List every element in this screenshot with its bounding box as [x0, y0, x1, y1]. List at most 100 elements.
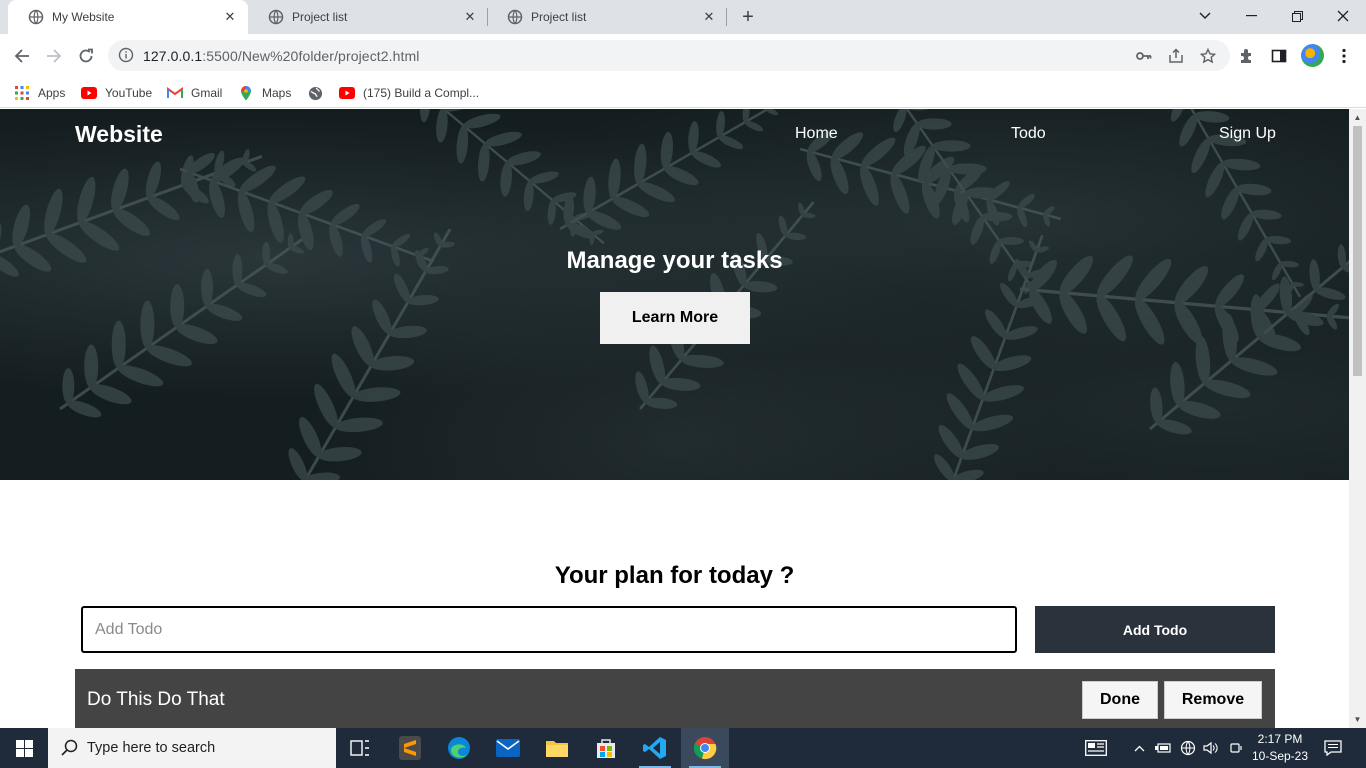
plan-title: Your plan for today ?: [554, 562, 795, 589]
add-todo-button[interactable]: Add Todo: [1035, 606, 1275, 653]
back-arrow-icon: [14, 49, 29, 63]
edge-app[interactable]: [435, 728, 483, 768]
extensions-icon[interactable]: [1237, 46, 1257, 66]
windows-logo-icon: [15, 739, 33, 757]
reload-icon: [79, 48, 93, 63]
bookmark-globe[interactable]: [307, 83, 331, 103]
todo-item: Do This Do That Done Remove: [75, 669, 1275, 728]
youtube-icon: [339, 85, 355, 101]
add-todo-input[interactable]: [81, 606, 1017, 653]
nav-sign-up-link[interactable]: Sign Up: [1219, 125, 1276, 143]
bookmark-maps[interactable]: Maps: [238, 83, 291, 103]
globe-icon: [307, 85, 323, 101]
vscode-icon: [643, 737, 666, 759]
chrome-icon: [693, 737, 717, 760]
bookmark-label: Apps: [38, 86, 66, 100]
tab-label: Project list: [531, 10, 587, 24]
mail-app[interactable]: [484, 728, 532, 768]
close-window-button[interactable]: [1320, 0, 1366, 32]
bookmark-label: Gmail: [191, 86, 223, 100]
site-logo[interactable]: Website: [75, 121, 163, 148]
clock-date: 10-Sep-23: [1251, 749, 1309, 763]
maps-icon: [238, 85, 254, 101]
tab-separator: [726, 8, 727, 26]
site-info-icon[interactable]: [118, 47, 134, 63]
minimize-button[interactable]: [1228, 0, 1274, 32]
restore-button[interactable]: [1274, 0, 1320, 32]
task-view-icon: [350, 740, 369, 756]
url-host: 127.0.0.1: [143, 48, 203, 64]
microsoft-store-app[interactable]: [582, 728, 630, 768]
browser-toolbar: 127.0.0.1:5500/New%20folder/project2.htm…: [0, 34, 1366, 78]
globe-icon: [28, 9, 44, 25]
tab-search-chevron-icon[interactable]: [1182, 0, 1228, 32]
battery-icon[interactable]: [1154, 728, 1172, 768]
bookmark-label: YouTube: [105, 86, 153, 100]
sublime-text-app[interactable]: [386, 728, 434, 768]
bookmarks-bar: Apps YouTube Gmail Maps (175) Build a Co…: [0, 78, 1366, 108]
globe-icon: [268, 9, 284, 25]
reload-button[interactable]: [72, 42, 100, 70]
profile-avatar[interactable]: [1301, 44, 1324, 67]
network-globe-icon[interactable]: [1179, 728, 1197, 768]
page-scrollbar[interactable]: ▲ ▼: [1349, 109, 1366, 728]
news-widget-icon[interactable]: [1083, 728, 1109, 768]
folder-icon: [546, 741, 568, 757]
scrollbar-thumb[interactable]: [1353, 126, 1362, 376]
bookmark-youtube-video[interactable]: (175) Build a Compl...: [339, 83, 479, 103]
vscode-app[interactable]: [631, 728, 679, 768]
apps-grid-icon: [14, 85, 30, 101]
taskbar-search-box[interactable]: Type here to search: [48, 728, 336, 768]
close-tab-icon[interactable]: ✕: [222, 9, 238, 25]
todo-text: Do This Do That: [87, 689, 225, 710]
youtube-icon: [81, 85, 97, 101]
bookmark-apps[interactable]: Apps: [14, 83, 65, 103]
done-button[interactable]: Done: [1082, 681, 1158, 719]
notifications-icon[interactable]: [1322, 728, 1344, 768]
nav-home-link[interactable]: Home: [795, 125, 838, 143]
forward-arrow-icon: [47, 49, 62, 63]
clock-time: 2:17 PM: [1257, 732, 1303, 746]
tab-label: Project list: [292, 10, 348, 24]
file-explorer-app[interactable]: [533, 728, 581, 768]
device-icon[interactable]: [1227, 728, 1245, 768]
new-tab-button[interactable]: +: [736, 5, 760, 29]
forward-button[interactable]: [40, 42, 68, 70]
bookmark-label: Maps: [262, 86, 292, 100]
scroll-up-arrow-icon[interactable]: ▲: [1353, 113, 1362, 122]
tab-project-list-2[interactable]: Project list ✕: [487, 0, 727, 34]
address-bar[interactable]: 127.0.0.1:5500/New%20folder/project2.htm…: [108, 40, 1230, 71]
hero-section: Website Home Todo Sign Up Manage your ta…: [0, 109, 1349, 480]
edge-icon: [448, 737, 470, 759]
bookmark-youtube[interactable]: YouTube: [81, 83, 152, 103]
more-menu-icon[interactable]: [1334, 46, 1354, 66]
start-button[interactable]: [0, 728, 48, 768]
show-hidden-icons-chevron-icon[interactable]: [1131, 728, 1147, 768]
tab-label: My Website: [52, 10, 115, 24]
tab-project-list-1[interactable]: Project list ✕: [248, 0, 488, 34]
bookmark-star-icon[interactable]: [1199, 47, 1217, 65]
mail-icon: [496, 739, 520, 757]
hero-title: Manage your tasks: [566, 247, 783, 274]
taskbar-clock[interactable]: 2:17 PM 10-Sep-23: [1250, 731, 1310, 765]
nav-todo-link[interactable]: Todo: [1011, 125, 1046, 143]
volume-icon[interactable]: [1202, 728, 1220, 768]
share-icon[interactable]: [1167, 47, 1185, 65]
gmail-icon: [167, 85, 183, 101]
tab-my-website[interactable]: My Website ✕: [8, 0, 248, 34]
side-panel-icon[interactable]: [1269, 46, 1289, 66]
scroll-down-arrow-icon[interactable]: ▼: [1353, 715, 1362, 724]
task-view-button[interactable]: [336, 728, 384, 768]
close-tab-icon[interactable]: ✕: [701, 9, 717, 25]
bookmark-label: (175) Build a Compl...: [363, 86, 480, 100]
globe-icon: [507, 9, 523, 25]
close-tab-icon[interactable]: ✕: [462, 9, 478, 25]
learn-more-button[interactable]: Learn More: [600, 292, 750, 344]
back-button[interactable]: [8, 42, 36, 70]
key-icon[interactable]: [1135, 47, 1153, 65]
tab-strip: My Website ✕ Project list ✕ Project list…: [0, 0, 1366, 34]
chrome-app[interactable]: [681, 728, 729, 768]
url-path: :5500/New%20folder/project2.html: [202, 48, 420, 64]
remove-button[interactable]: Remove: [1164, 681, 1262, 719]
bookmark-gmail[interactable]: Gmail: [167, 83, 222, 103]
